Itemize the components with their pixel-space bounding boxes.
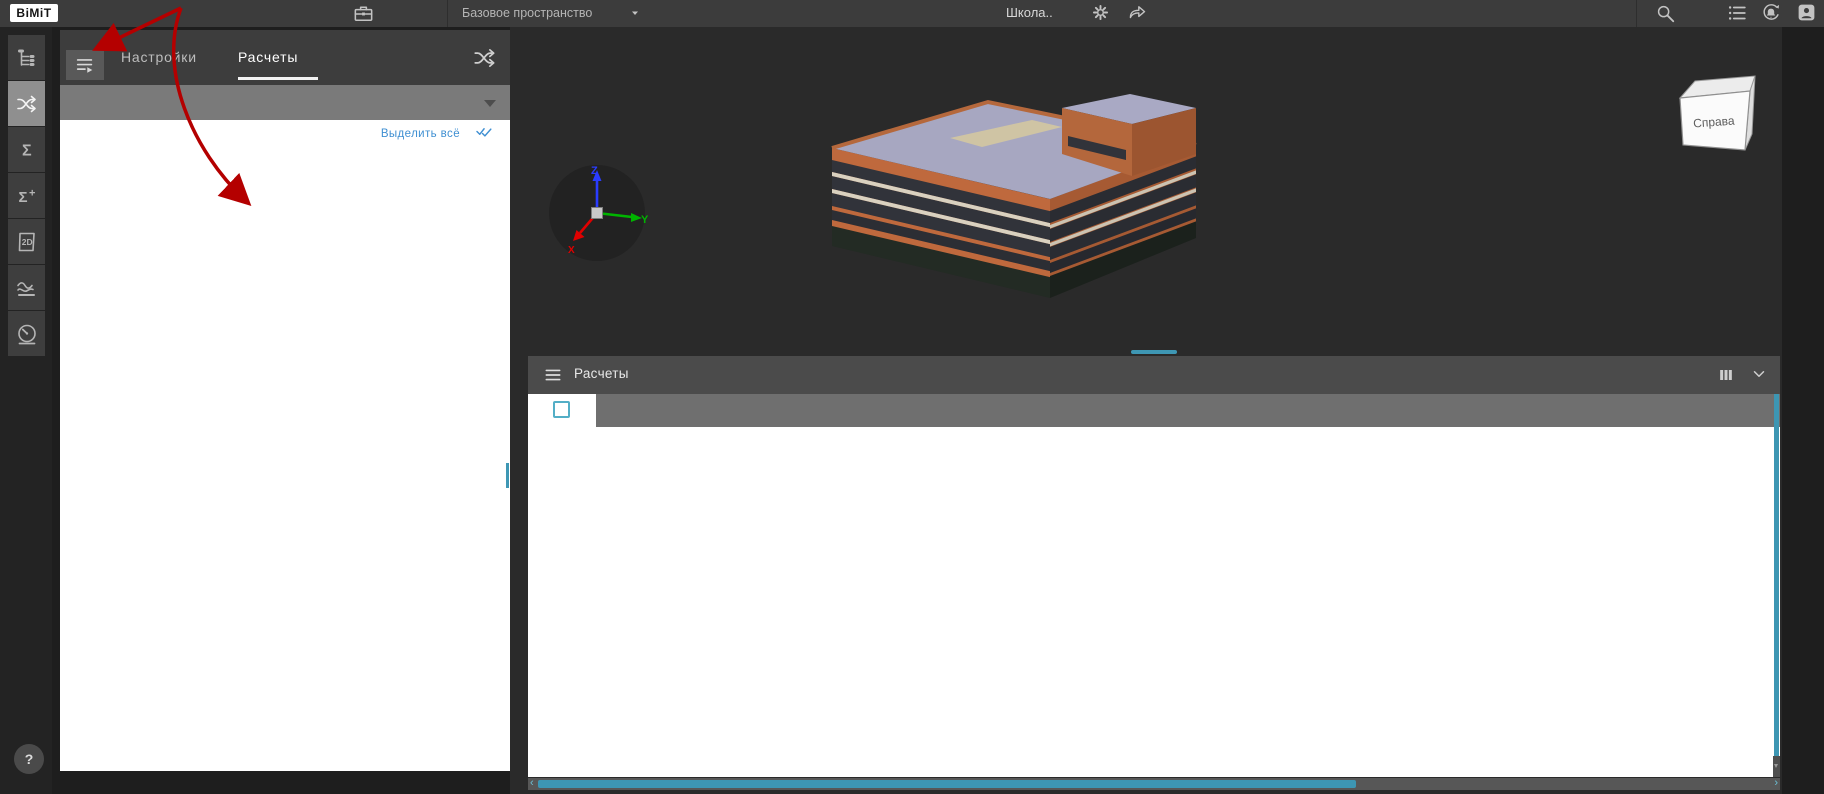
project-name[interactable]: Школа.. (1006, 5, 1053, 20)
svg-text:Σ: Σ (22, 142, 32, 159)
bimit-app-window: BiMiT Базовое пространство Школа.. Σ Σ +2D… (0, 0, 1824, 794)
building-model[interactable] (800, 58, 1280, 320)
ruleset-select[interactable] (60, 85, 510, 120)
account-icon[interactable] (1796, 2, 1817, 23)
svg-text:Σ: Σ (18, 189, 27, 206)
panel-menu-button[interactable] (66, 50, 104, 80)
horizontal-scrollbar[interactable]: ‹ › (528, 777, 1780, 790)
panel-title: Расчеты (574, 366, 629, 381)
model-tree-icon (17, 49, 34, 66)
view-cube[interactable]: Справа (1662, 66, 1762, 170)
horizontal-scroll-thumb[interactable] (538, 780, 1356, 788)
hamburger-icon[interactable] (543, 365, 563, 385)
axes-gizmo[interactable]: Z Y X (542, 158, 652, 268)
left-toolbar: Σ Σ +2D (0, 27, 52, 794)
viewport-3d[interactable]: Z Y X Справа Расчеты ‹ › (510, 27, 1782, 794)
scroll-right-arrow[interactable]: › (1774, 777, 1778, 789)
svg-text:2D: 2D (21, 237, 32, 247)
workspace-selector[interactable]: Базовое пространство (462, 6, 592, 20)
compare-shuffle-icon (16, 95, 36, 112)
vertical-scroll-thumb[interactable] (1774, 394, 1779, 756)
tool-charts-button[interactable] (8, 265, 45, 310)
tool-sigma-button[interactable]: Σ (8, 127, 45, 172)
z-axis-label: Z (591, 165, 598, 177)
app-logo[interactable]: BiMiT (10, 4, 58, 22)
top-bar: BiMiT Базовое пространство Школа.. (0, 0, 1824, 27)
tab-calculations[interactable]: Расчеты (238, 30, 298, 82)
top-bar-divider (447, 0, 448, 27)
gauge-icon (17, 324, 36, 344)
select-all-link[interactable]: Выделить всё (381, 128, 460, 140)
doc-2d-icon: 2D (18, 232, 35, 251)
table-grid (528, 427, 1773, 700)
scroll-down-arrow[interactable] (1773, 756, 1780, 777)
columns-icon[interactable] (1716, 365, 1736, 385)
chevron-down-icon[interactable] (1750, 365, 1768, 383)
y-axis-label: Y (641, 214, 649, 226)
side-panel-header: Настройки Расчеты (60, 30, 510, 85)
tool-gauge-button[interactable] (8, 311, 45, 356)
double-check-icon[interactable] (475, 124, 494, 143)
tool-compare-shuffle-button[interactable] (8, 81, 45, 126)
gizmo-origin-cube (591, 207, 603, 219)
charts-icon (16, 281, 35, 296)
select-all-cell (528, 394, 596, 427)
list-menu-icon[interactable] (1726, 2, 1748, 24)
briefcase-icon[interactable] (352, 2, 375, 25)
caret-down-icon (484, 100, 496, 107)
scroll-left-arrow[interactable]: ‹ (530, 777, 534, 789)
compare-shuffle-icon[interactable] (472, 45, 498, 71)
caret-down-icon[interactable] (630, 8, 642, 20)
select-all-checkbox[interactable] (553, 401, 570, 418)
tool-doc-2d-button[interactable]: 2D (8, 219, 45, 264)
sigma-plus-icon: Σ + (18, 187, 35, 206)
vertical-scrollbar[interactable] (1773, 394, 1780, 777)
sigma-icon: Σ (22, 142, 32, 159)
share-icon[interactable] (1127, 2, 1148, 23)
table-header-row (528, 394, 1780, 427)
tree-scrollbar-thumb[interactable] (506, 463, 509, 488)
settings-side-panel: Настройки Расчеты Выделить всё (60, 30, 510, 771)
calculations-panel: Расчеты ‹ › (528, 350, 1780, 790)
tool-model-tree-button[interactable] (8, 35, 45, 80)
panel-resize-handle[interactable] (1131, 350, 1177, 354)
rules-tree (60, 142, 510, 542)
svg-text:+: + (29, 187, 35, 199)
view-cube-label: Справа (1693, 114, 1736, 131)
search-icon[interactable] (1654, 2, 1676, 24)
tool-sigma-plus-button[interactable]: Σ + (8, 173, 45, 218)
tab-settings[interactable]: Настройки (121, 30, 197, 82)
help-button[interactable]: ? (14, 744, 44, 774)
active-tab-underline (238, 77, 318, 80)
gear-icon[interactable] (1090, 2, 1111, 23)
calculations-panel-header: Расчеты (528, 356, 1780, 394)
x-axis-label: X (568, 245, 575, 256)
top-bar-divider (1636, 0, 1637, 27)
sync-bell-icon[interactable] (1760, 2, 1782, 24)
